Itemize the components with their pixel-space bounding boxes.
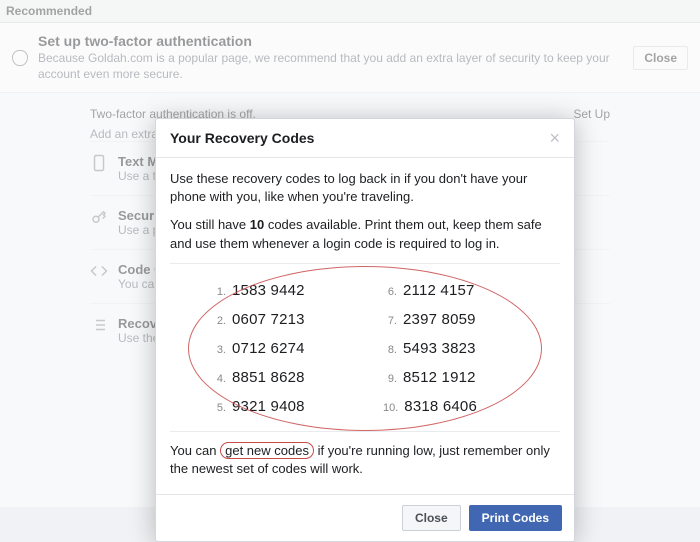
codes-grid: 1. 1583 9442 6. 2112 4157 2. 0607 7213 7. 23… (170, 274, 560, 423)
get-new-codes-link[interactable]: get new codes (220, 442, 314, 459)
print-codes-button[interactable]: Print Codes (469, 505, 562, 531)
close-icon[interactable]: × (549, 129, 560, 147)
divider (170, 431, 560, 432)
code-index: 8. (383, 343, 397, 358)
code-index: 10. (383, 401, 398, 416)
code-index: 5. (212, 401, 226, 416)
modal-footnote: You can get new codes if you're running … (170, 442, 560, 478)
code-index: 3. (212, 343, 226, 358)
text: You still have (170, 217, 250, 232)
divider (170, 263, 560, 264)
text: You can (170, 443, 220, 458)
close-button[interactable]: Close (402, 505, 461, 531)
codes-wrapper: 1. 1583 9442 6. 2112 4157 2. 0607 7213 7. 23… (170, 274, 560, 423)
recovery-code: 2. 0607 7213 (212, 309, 361, 330)
code-value: 2397 8059 (403, 309, 476, 330)
code-value: 0712 6274 (232, 338, 305, 359)
recovery-code: 9. 8512 1912 (383, 367, 532, 388)
recovery-code: 6. 2112 4157 (383, 280, 532, 301)
code-index: 6. (383, 285, 397, 300)
code-value: 8851 8628 (232, 367, 305, 388)
code-index: 1. (212, 285, 226, 300)
recovery-code: 8. 5493 3823 (383, 338, 532, 359)
code-value: 5493 3823 (403, 338, 476, 359)
code-value: 2112 4157 (403, 280, 475, 301)
code-value: 1583 9442 (232, 280, 305, 301)
recovery-code: 5. 9321 9408 (212, 396, 361, 417)
code-index: 4. (212, 372, 226, 387)
modal-intro: Use these recovery codes to log back in … (170, 170, 560, 206)
code-value: 0607 7213 (232, 309, 305, 330)
recovery-codes-modal: Your Recovery Codes × Use these recovery… (155, 118, 575, 542)
code-value: 8318 6406 (404, 396, 477, 417)
recovery-code: 4. 8851 8628 (212, 367, 361, 388)
recovery-code: 1. 1583 9442 (212, 280, 361, 301)
modal-footer: Close Print Codes (156, 494, 574, 541)
code-index: 2. (212, 314, 226, 329)
code-index: 9. (383, 372, 397, 387)
modal-availability: You still have 10 codes available. Print… (170, 216, 560, 252)
modal-title: Your Recovery Codes (170, 130, 314, 146)
modal-body: Use these recovery codes to log back in … (156, 158, 574, 494)
code-index: 7. (383, 314, 397, 329)
code-value: 9321 9408 (232, 396, 305, 417)
recovery-code: 7. 2397 8059 (383, 309, 532, 330)
recovery-code: 10. 8318 6406 (383, 396, 532, 417)
code-value: 8512 1912 (403, 367, 476, 388)
recovery-code: 3. 0712 6274 (212, 338, 361, 359)
codes-count: 10 (250, 217, 264, 232)
modal-header: Your Recovery Codes × (156, 119, 574, 158)
